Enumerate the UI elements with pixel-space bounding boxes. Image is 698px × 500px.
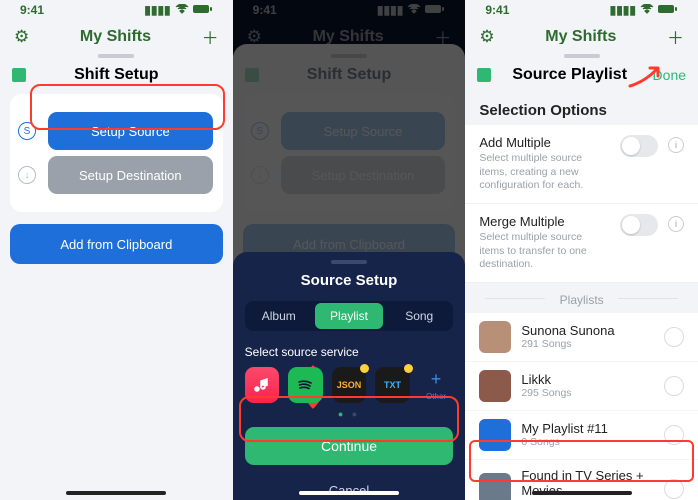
checkbox[interactable] bbox=[664, 479, 684, 499]
status-indicators: ▮▮▮▮ bbox=[144, 3, 212, 17]
setup-destination-button[interactable]: Setup Destination bbox=[48, 156, 213, 194]
playlist-name: My Playlist #11 bbox=[521, 421, 654, 436]
playlist-count: 291 Songs bbox=[521, 338, 654, 350]
arrow-annotation bbox=[626, 64, 666, 90]
info-icon[interactable]: i bbox=[668, 216, 684, 232]
playlists-list: Sunona Sunona291 SongsLikkk295 SongsMy P… bbox=[465, 313, 698, 500]
status-time: 9:41 bbox=[253, 3, 277, 17]
selection-options-header: Selection Options bbox=[465, 94, 698, 125]
sheet-title: Shift Setup bbox=[259, 66, 440, 84]
checkbox[interactable] bbox=[664, 425, 684, 445]
playlist-art bbox=[479, 419, 511, 451]
setup-card-dimmed: SSetup Source ↓Setup Destination bbox=[243, 94, 456, 212]
screen-3: 9:41 ▮▮▮▮ ⚙ My Shifts ＋ Source Playlist … bbox=[465, 0, 698, 500]
page-dots: ● ● bbox=[245, 409, 454, 419]
signal-icon: ▮▮▮▮ bbox=[377, 3, 403, 17]
add-multiple-toggle[interactable] bbox=[620, 135, 658, 157]
playlist-art bbox=[479, 473, 511, 500]
sheet-icon bbox=[245, 68, 259, 82]
status-bar: 9:41 ▮▮▮▮ bbox=[233, 0, 466, 20]
setup-source-button[interactable]: Setup Source bbox=[48, 112, 213, 150]
option-subtitle: Select multiple source items, creating a… bbox=[479, 152, 610, 193]
playlist-art bbox=[479, 321, 511, 353]
playlist-row[interactable]: Likkk295 Songs bbox=[465, 362, 698, 411]
source-setup-title: Source Setup bbox=[245, 272, 454, 289]
cancel-button[interactable]: Cancel bbox=[245, 471, 454, 500]
merge-multiple-option: Merge Multiple Select multiple source it… bbox=[465, 204, 698, 283]
destination-step-icon: ↓ bbox=[18, 166, 36, 184]
source-step-icon: S bbox=[18, 122, 36, 140]
battery-icon bbox=[193, 3, 213, 17]
sheet-grabber bbox=[331, 54, 367, 58]
type-segment[interactable]: Album Playlist Song bbox=[245, 301, 454, 331]
badge-icon bbox=[360, 364, 369, 373]
info-icon[interactable]: i bbox=[668, 137, 684, 153]
playlists-divider: Playlists bbox=[465, 283, 698, 313]
option-title: Add Multiple bbox=[479, 135, 610, 150]
screen-1: 9:41 ▮▮▮▮ ⚙ My Shifts ＋ Shift Setup bbox=[0, 0, 233, 500]
add-from-clipboard-button[interactable]: Add from Clipboard bbox=[10, 224, 223, 264]
sheet-title: Shift Setup bbox=[26, 66, 207, 84]
wifi-icon bbox=[175, 3, 189, 17]
sheet-grabber[interactable] bbox=[564, 54, 600, 58]
status-bar: 9:41 ▮▮▮▮ bbox=[465, 0, 698, 20]
nav-title: My Shifts bbox=[313, 28, 384, 46]
wifi-icon bbox=[640, 3, 654, 17]
wifi-icon bbox=[407, 3, 421, 17]
sheet-header: Shift Setup bbox=[233, 66, 466, 94]
setup-destination-row: ↓ Setup Destination bbox=[20, 156, 213, 194]
battery-icon bbox=[425, 3, 445, 17]
status-indicators: ▮▮▮▮ bbox=[610, 3, 678, 17]
segment-album[interactable]: Album bbox=[245, 301, 313, 331]
shift-setup-sheet: Shift Setup S Setup Source ↓ Setup Desti… bbox=[0, 44, 233, 500]
status-time: 9:41 bbox=[20, 3, 44, 17]
home-indicator[interactable] bbox=[532, 491, 632, 495]
option-subtitle: Select multiple source items to transfer… bbox=[479, 231, 610, 272]
checkbox[interactable] bbox=[664, 376, 684, 396]
playlist-name: Likkk bbox=[521, 372, 654, 387]
playlist-count: 0 Songs bbox=[521, 436, 654, 448]
service-json[interactable]: JSON bbox=[332, 367, 367, 403]
add-multiple-option: Add Multiple Select multiple source item… bbox=[465, 125, 698, 204]
select-service-label: Select source service bbox=[245, 345, 454, 359]
home-indicator[interactable] bbox=[299, 491, 399, 495]
nav-title: My Shifts bbox=[545, 28, 616, 46]
sheet-grabber[interactable] bbox=[331, 260, 367, 264]
sheet-title: Source Playlist bbox=[491, 66, 648, 84]
badge-icon bbox=[404, 364, 413, 373]
merge-multiple-toggle[interactable] bbox=[620, 214, 658, 236]
continue-button[interactable]: Continue bbox=[245, 427, 454, 465]
status-bar: 9:41 ▮▮▮▮ bbox=[0, 0, 233, 20]
segment-song[interactable]: Song bbox=[385, 301, 453, 331]
playlist-name: Sunona Sunona bbox=[521, 323, 654, 338]
status-time: 9:41 bbox=[485, 3, 509, 17]
sheet-grabber[interactable] bbox=[98, 54, 134, 58]
service-spotify[interactable] bbox=[288, 367, 323, 403]
home-indicator[interactable] bbox=[66, 491, 166, 495]
sheet-icon bbox=[477, 68, 491, 82]
battery-icon bbox=[658, 3, 678, 17]
status-indicators: ▮▮▮▮ bbox=[377, 3, 445, 17]
setup-source-row: S Setup Source bbox=[20, 112, 213, 150]
playlist-art bbox=[479, 370, 511, 402]
signal-icon: ▮▮▮▮ bbox=[144, 3, 170, 17]
signal-icon: ▮▮▮▮ bbox=[610, 3, 636, 17]
screen-2: 9:41 ▮▮▮▮ ⚙ My Shifts ＋ Shift Setup bbox=[233, 0, 466, 500]
option-title: Merge Multiple bbox=[479, 214, 610, 229]
setup-card: S Setup Source ↓ Setup Destination bbox=[10, 94, 223, 212]
segment-playlist[interactable]: Playlist bbox=[315, 303, 383, 329]
sheet-icon bbox=[12, 68, 26, 82]
playlist-row[interactable]: Sunona Sunona291 Songs bbox=[465, 313, 698, 362]
service-apple-music[interactable] bbox=[245, 367, 280, 403]
service-other[interactable]: +Other bbox=[419, 367, 454, 403]
playlist-row[interactable]: My Playlist #110 Songs bbox=[465, 411, 698, 460]
checkbox[interactable] bbox=[664, 327, 684, 347]
source-playlist-sheet: Source Playlist Done Selection Options A… bbox=[465, 44, 698, 500]
nav-title: My Shifts bbox=[80, 28, 151, 46]
sheet-header: Shift Setup bbox=[0, 66, 233, 94]
service-list: JSON TXT +Other bbox=[245, 367, 454, 403]
source-setup-sheet: Source Setup Album Playlist Song Select … bbox=[233, 252, 466, 500]
playlist-count: 295 Songs bbox=[521, 387, 654, 399]
service-txt[interactable]: TXT bbox=[375, 367, 410, 403]
